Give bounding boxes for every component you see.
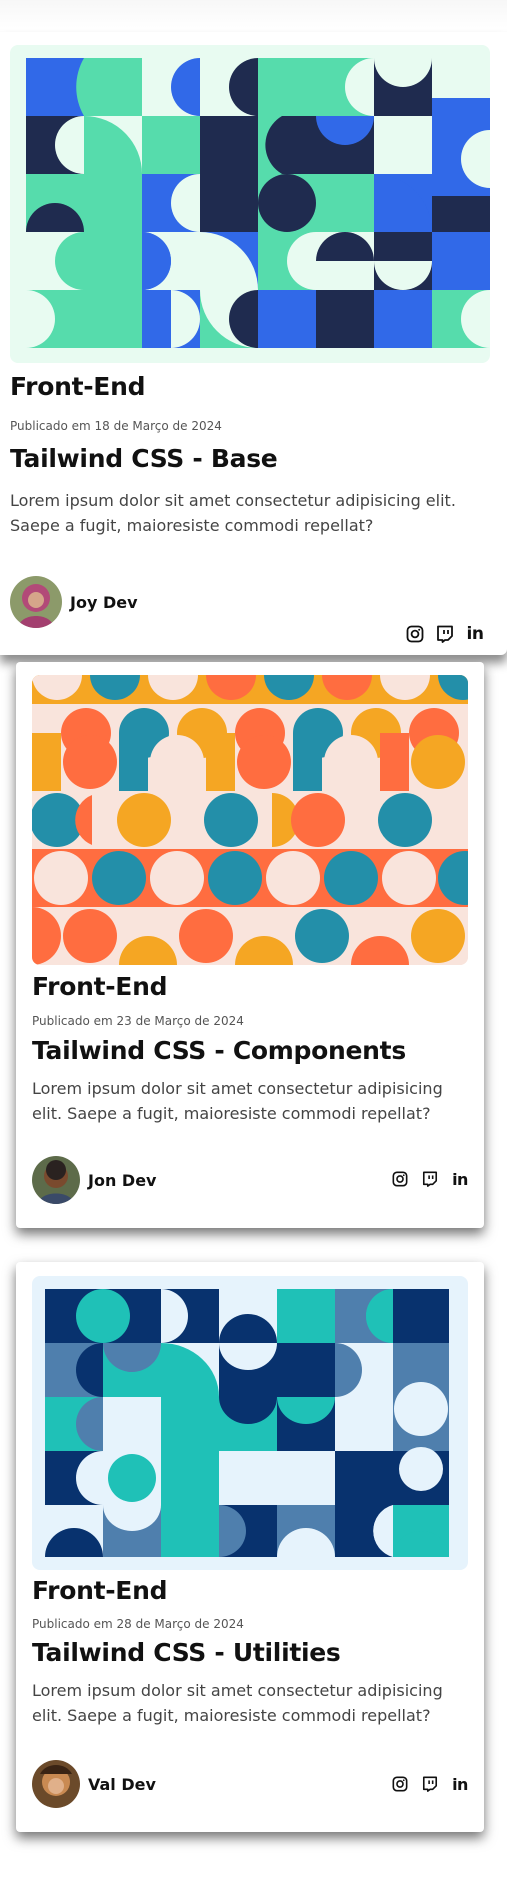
card-author[interactable]: Joy Dev <box>10 576 138 628</box>
author-avatar <box>32 1156 80 1204</box>
card-date: Publicado em 18 de Março de 2024 <box>10 419 222 433</box>
instagram-icon[interactable] <box>390 1774 410 1794</box>
linkedin-icon[interactable]: in <box>450 1169 470 1189</box>
blog-card[interactable]: Front-End Publicado em 18 de Março de 20… <box>0 32 507 655</box>
linkedin-icon[interactable]: in <box>465 624 485 644</box>
linkedin-icon[interactable]: in <box>450 1774 470 1794</box>
twitch-icon[interactable] <box>420 1774 440 1794</box>
card-description: Lorem ipsum dolor sit amet consectetur a… <box>32 1079 443 1123</box>
card-date: Publicado em 28 de Março de 2024 <box>32 1617 244 1631</box>
card-cover-art <box>32 1276 468 1570</box>
card-category: Front-End <box>32 1576 168 1605</box>
card-date: Publicado em 23 de Março de 2024 <box>32 1014 244 1028</box>
instagram-icon[interactable] <box>390 1169 410 1189</box>
card-title[interactable]: Tailwind CSS - Utilities <box>32 1638 341 1667</box>
card-cover-art <box>10 45 490 363</box>
card-category: Front-End <box>10 372 146 401</box>
social-links: in <box>390 1774 470 1794</box>
card-category: Front-End <box>32 972 168 1001</box>
card-cover-art <box>32 675 468 965</box>
card-author[interactable]: Jon Dev <box>32 1156 156 1204</box>
twitch-icon[interactable] <box>435 624 455 644</box>
author-name: Val Dev <box>88 1774 156 1794</box>
blog-card[interactable]: Front-End Publicado em 23 de Março de 20… <box>16 662 484 1228</box>
social-links: in <box>390 1169 470 1189</box>
author-name: Joy Dev <box>70 592 138 612</box>
card-description: Lorem ipsum dolor sit amet consectetur a… <box>10 491 456 535</box>
author-avatar <box>32 1760 80 1808</box>
twitch-icon[interactable] <box>420 1169 440 1189</box>
card-title[interactable]: Tailwind CSS - Base <box>10 444 278 473</box>
social-links: in <box>405 624 485 644</box>
author-name: Jon Dev <box>88 1170 157 1190</box>
card-author[interactable]: Val Dev <box>32 1760 156 1808</box>
top-bar <box>0 0 507 28</box>
instagram-icon[interactable] <box>405 624 425 644</box>
author-avatar <box>10 576 62 628</box>
card-title[interactable]: Tailwind CSS - Components <box>32 1036 406 1065</box>
card-description: Lorem ipsum dolor sit amet consectetur a… <box>32 1681 443 1725</box>
blog-card[interactable]: Front-End Publicado em 28 de Março de 20… <box>16 1262 484 1832</box>
